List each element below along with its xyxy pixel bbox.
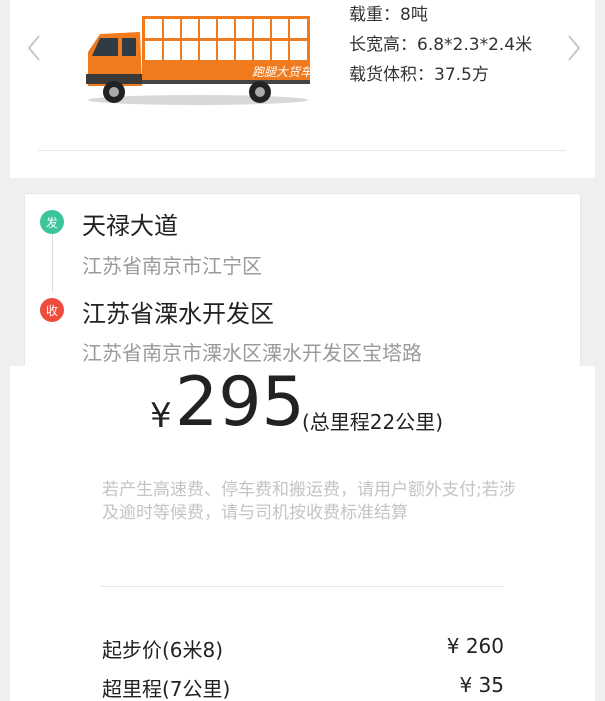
fee-label: 起步价(6米8) (102, 638, 224, 662)
prev-vehicle-button[interactable] (22, 30, 46, 66)
next-vehicle-button[interactable] (562, 30, 586, 66)
route-connector-line (52, 234, 53, 292)
spec-volume: 载货体积：37.5方 (349, 65, 489, 85)
distance-note: (总里程22公里) (302, 410, 444, 434)
truck-brand-text: 跑腿大货车 (252, 65, 314, 79)
truck-image: 跑腿大货车 (86, 16, 314, 105)
spec-dimensions: 长宽高：6.8*2.3*2.4米 (349, 35, 533, 55)
fee-row-base: 起步价(6米8) ¥ 260 (102, 634, 504, 663)
fee-value: ¥ 260 (446, 634, 504, 658)
start-location-title: 天禄大道 (82, 212, 178, 240)
divider (100, 586, 504, 587)
spec-load: 载重：8吨 (349, 5, 428, 25)
price-panel: ¥ 295 (总里程22公里) 若产生高速费、停车费和搬运费，请用户额外支付;若… (10, 366, 595, 701)
fee-label: 超里程(7公里) (102, 677, 231, 701)
chevron-left-icon (27, 35, 40, 61)
extra-fee-note: 若产生高速费、停车费和搬运费，请用户额外支付;若涉及逾时等候费，请与司机按收费标… (102, 480, 516, 523)
price-amount: 295 (175, 363, 305, 442)
end-badge: 收 (40, 298, 64, 322)
start-location-address: 江苏省南京市江宁区 (82, 254, 262, 278)
fee-row-extra-distance: 超里程(7公里) ¥ 35 (102, 673, 504, 701)
currency-symbol: ¥ (150, 396, 172, 436)
start-badge: 发 (40, 210, 64, 234)
chevron-right-icon (568, 35, 581, 61)
vehicle-card: 跑腿大货车 载重：8吨 长宽高：6.8*2.3*2.4米 载货体积：37.5方 (10, 0, 595, 178)
vehicle-specs: 载重：8吨 长宽高：6.8*2.3*2.4米 载货体积：37.5方 (349, 3, 532, 93)
fee-value: ¥ 35 (459, 673, 504, 697)
route-card: 发 天禄大道 江苏省南京市江宁区 收 江苏省溧水开发区 江苏省南京市溧水区溧水开… (24, 193, 581, 373)
end-location-address: 江苏省南京市溧水区溧水开发区宝塔路 (82, 341, 422, 365)
divider (38, 150, 566, 151)
total-price: ¥ 295 (总里程22公里) (10, 366, 595, 446)
end-location-title: 江苏省溧水开发区 (82, 300, 274, 328)
